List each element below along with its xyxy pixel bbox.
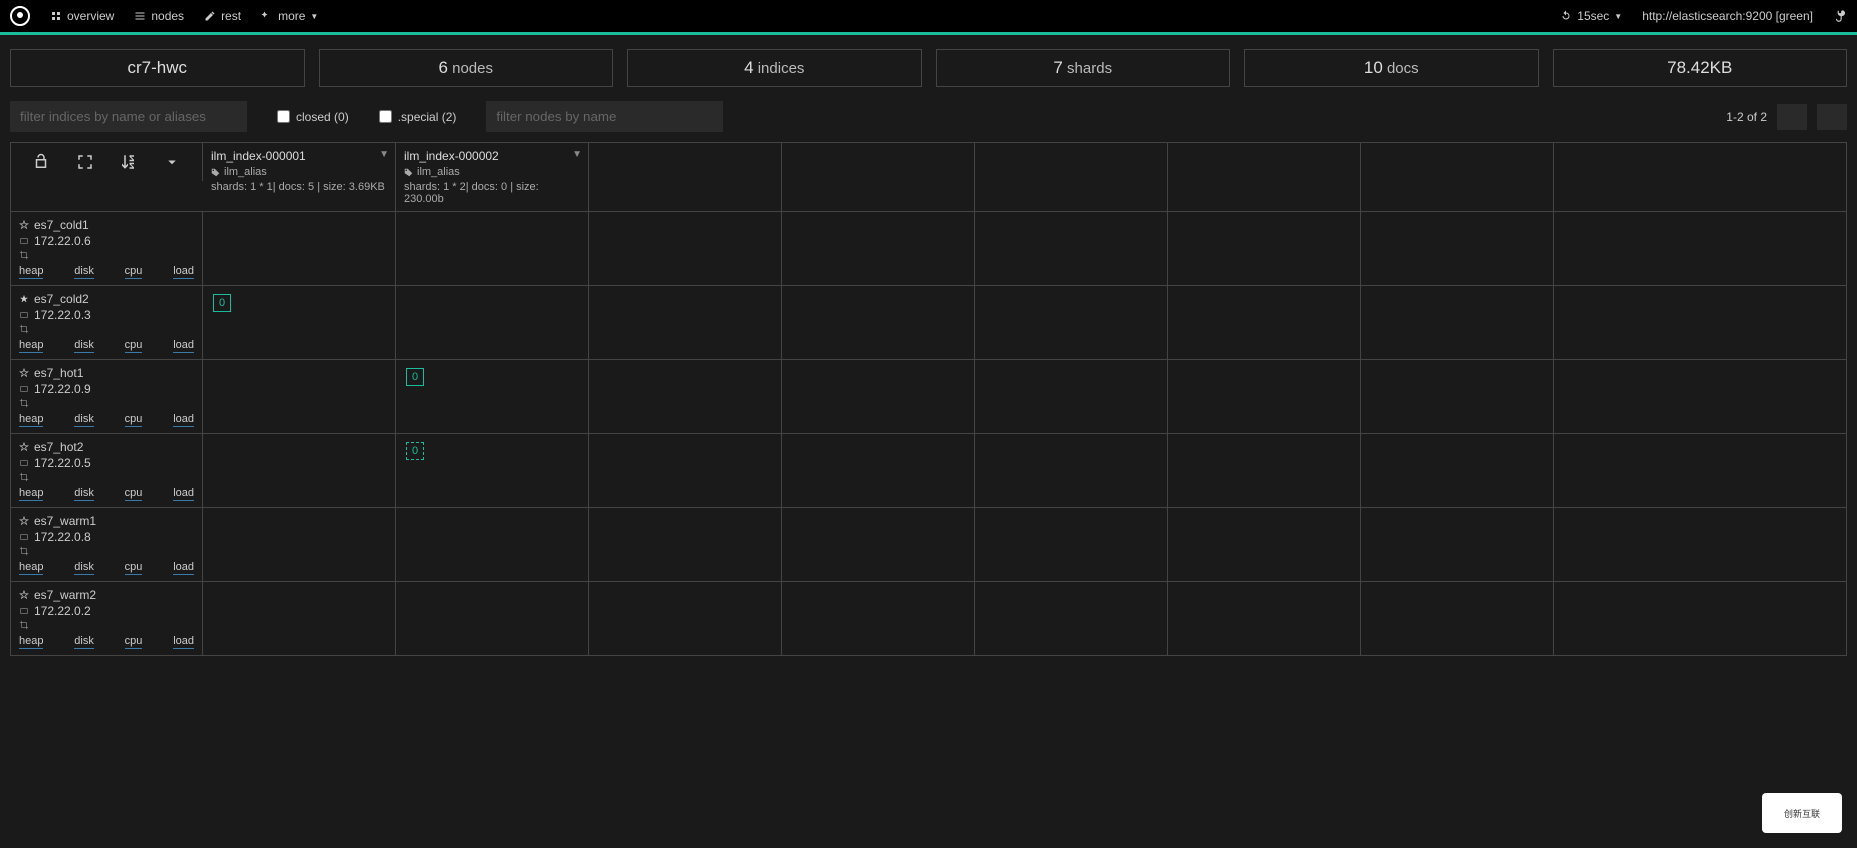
sitemap-icon xyxy=(50,10,62,22)
host-label: http://elasticsearch:9200 [green] xyxy=(1642,9,1813,23)
chevron-down-icon[interactable]: ▼ xyxy=(572,149,582,160)
wand-icon xyxy=(261,10,273,22)
shard-box[interactable]: 0 xyxy=(213,294,231,312)
filter-nodes-input[interactable] xyxy=(486,101,723,132)
cluster-name-box[interactable]: cr7-hwc xyxy=(10,49,305,87)
index-header-0[interactable]: ▼ ilm_index-000001 ilm_alias shards: 1 *… xyxy=(203,143,396,211)
watermark: 创新互联 xyxy=(1762,793,1842,833)
logo-icon[interactable] xyxy=(10,6,30,26)
edit-icon xyxy=(204,10,216,22)
disk-icon xyxy=(19,310,29,320)
indices-count-box[interactable]: 4 indices xyxy=(627,49,922,87)
index-header-1[interactable]: ▼ ilm_index-000002 ilm_alias shards: 1 *… xyxy=(396,143,589,211)
disk-icon xyxy=(19,458,29,468)
shard-box-replica[interactable]: 0 xyxy=(406,442,424,460)
node-row-cold1: es7_cold1 172.22.0.6 heapdiskcpuload xyxy=(11,212,1846,286)
node-row-hot2: es7_hot2 172.22.0.5 heapdiskcpuload 0 xyxy=(11,434,1846,508)
list-icon xyxy=(134,10,146,22)
node-cell[interactable]: es7_cold2 172.22.0.3 heapdiskcpuload xyxy=(11,286,203,359)
tag-icon xyxy=(211,168,220,177)
tag-icon xyxy=(404,168,413,177)
cluster-size: 78.42KB xyxy=(1667,58,1732,77)
crop-icon xyxy=(19,620,29,630)
crop-icon xyxy=(19,324,29,334)
closed-checkbox[interactable]: closed (0) xyxy=(277,110,349,124)
sort-az-icon[interactable] xyxy=(119,153,137,171)
nodes-count-box[interactable]: 6 nodes xyxy=(319,49,614,87)
chevron-down-icon[interactable] xyxy=(163,153,181,171)
chevron-down-icon: ▼ xyxy=(1614,12,1622,21)
crop-icon xyxy=(19,546,29,556)
node-cell[interactable]: es7_cold1 172.22.0.6 heapdiskcpuload xyxy=(11,212,203,285)
size-box[interactable]: 78.42KB xyxy=(1553,49,1848,87)
filter-indices-input[interactable] xyxy=(10,101,247,132)
chevron-down-icon[interactable]: ▼ xyxy=(379,149,389,160)
unlock-icon[interactable] xyxy=(32,153,50,171)
top-navigation: overview nodes rest more ▼ 15sec ▼ http:… xyxy=(0,0,1857,32)
shard-grid: ▼ ilm_index-000001 ilm_alias shards: 1 *… xyxy=(10,142,1847,656)
shards-count-box[interactable]: 7 shards xyxy=(936,49,1231,87)
grid-header-row: ▼ ilm_index-000001 ilm_alias shards: 1 *… xyxy=(11,143,1846,212)
plug-icon[interactable] xyxy=(1833,9,1847,23)
expand-icon[interactable] xyxy=(76,153,94,171)
nav-nodes-label: nodes xyxy=(151,9,184,23)
pagination: 1-2 of 2 xyxy=(1726,104,1847,130)
pagination-label: 1-2 of 2 xyxy=(1726,110,1767,124)
disk-icon xyxy=(19,606,29,616)
closed-checkbox-input[interactable] xyxy=(277,110,290,123)
disk-icon xyxy=(19,532,29,542)
node-cell[interactable]: es7_warm1 172.22.0.8 heapdiskcpuload xyxy=(11,508,203,581)
index-name: ilm_index-000002 xyxy=(404,149,580,163)
prev-page-button[interactable] xyxy=(1777,104,1807,130)
node-row-cold2: es7_cold2 172.22.0.3 heapdiskcpuload 0 xyxy=(11,286,1846,360)
cluster-name: cr7-hwc xyxy=(127,58,187,77)
disk-icon xyxy=(19,236,29,246)
header-controls xyxy=(11,143,203,181)
star-outline-icon[interactable] xyxy=(19,442,29,452)
crop-icon xyxy=(19,250,29,260)
star-filled-icon[interactable] xyxy=(19,294,29,304)
next-page-button[interactable] xyxy=(1817,104,1847,130)
node-row-warm1: es7_warm1 172.22.0.8 heapdiskcpuload xyxy=(11,508,1846,582)
node-row-hot1: es7_hot1 172.22.0.9 heapdiskcpuload 0 xyxy=(11,360,1846,434)
node-cell[interactable]: es7_hot1 172.22.0.9 heapdiskcpuload xyxy=(11,360,203,433)
nav-overview-label: overview xyxy=(67,9,114,23)
node-row-warm2: es7_warm2 172.22.0.2 heapdiskcpuload xyxy=(11,582,1846,655)
chevron-down-icon: ▼ xyxy=(310,12,318,21)
nav-more[interactable]: more ▼ xyxy=(261,9,318,23)
nav-more-label: more xyxy=(278,9,305,23)
star-outline-icon[interactable] xyxy=(19,220,29,230)
special-checkbox[interactable]: .special (2) xyxy=(379,110,457,124)
docs-count-box[interactable]: 10 docs xyxy=(1244,49,1539,87)
crop-icon xyxy=(19,472,29,482)
refresh-icon xyxy=(1560,10,1572,22)
nav-nodes[interactable]: nodes xyxy=(134,9,184,23)
crop-icon xyxy=(19,398,29,408)
star-outline-icon[interactable] xyxy=(19,516,29,526)
nav-rest[interactable]: rest xyxy=(204,9,241,23)
refresh-label: 15sec xyxy=(1577,9,1609,23)
star-outline-icon[interactable] xyxy=(19,368,29,378)
node-cell[interactable]: es7_warm2 172.22.0.2 heapdiskcpuload xyxy=(11,582,203,655)
shard-box[interactable]: 0 xyxy=(406,368,424,386)
star-outline-icon[interactable] xyxy=(19,590,29,600)
refresh-interval[interactable]: 15sec ▼ xyxy=(1560,9,1622,23)
filter-row: closed (0) .special (2) 1-2 of 2 xyxy=(0,101,1857,142)
special-checkbox-input[interactable] xyxy=(379,110,392,123)
disk-icon xyxy=(19,384,29,394)
node-cell[interactable]: es7_hot2 172.22.0.5 heapdiskcpuload xyxy=(11,434,203,507)
host-url[interactable]: http://elasticsearch:9200 [green] xyxy=(1642,9,1813,23)
nav-overview[interactable]: overview xyxy=(50,9,114,23)
index-name: ilm_index-000001 xyxy=(211,149,387,163)
nav-rest-label: rest xyxy=(221,9,241,23)
cluster-stats: cr7-hwc 6 nodes 4 indices 7 shards 10 do… xyxy=(0,35,1857,101)
